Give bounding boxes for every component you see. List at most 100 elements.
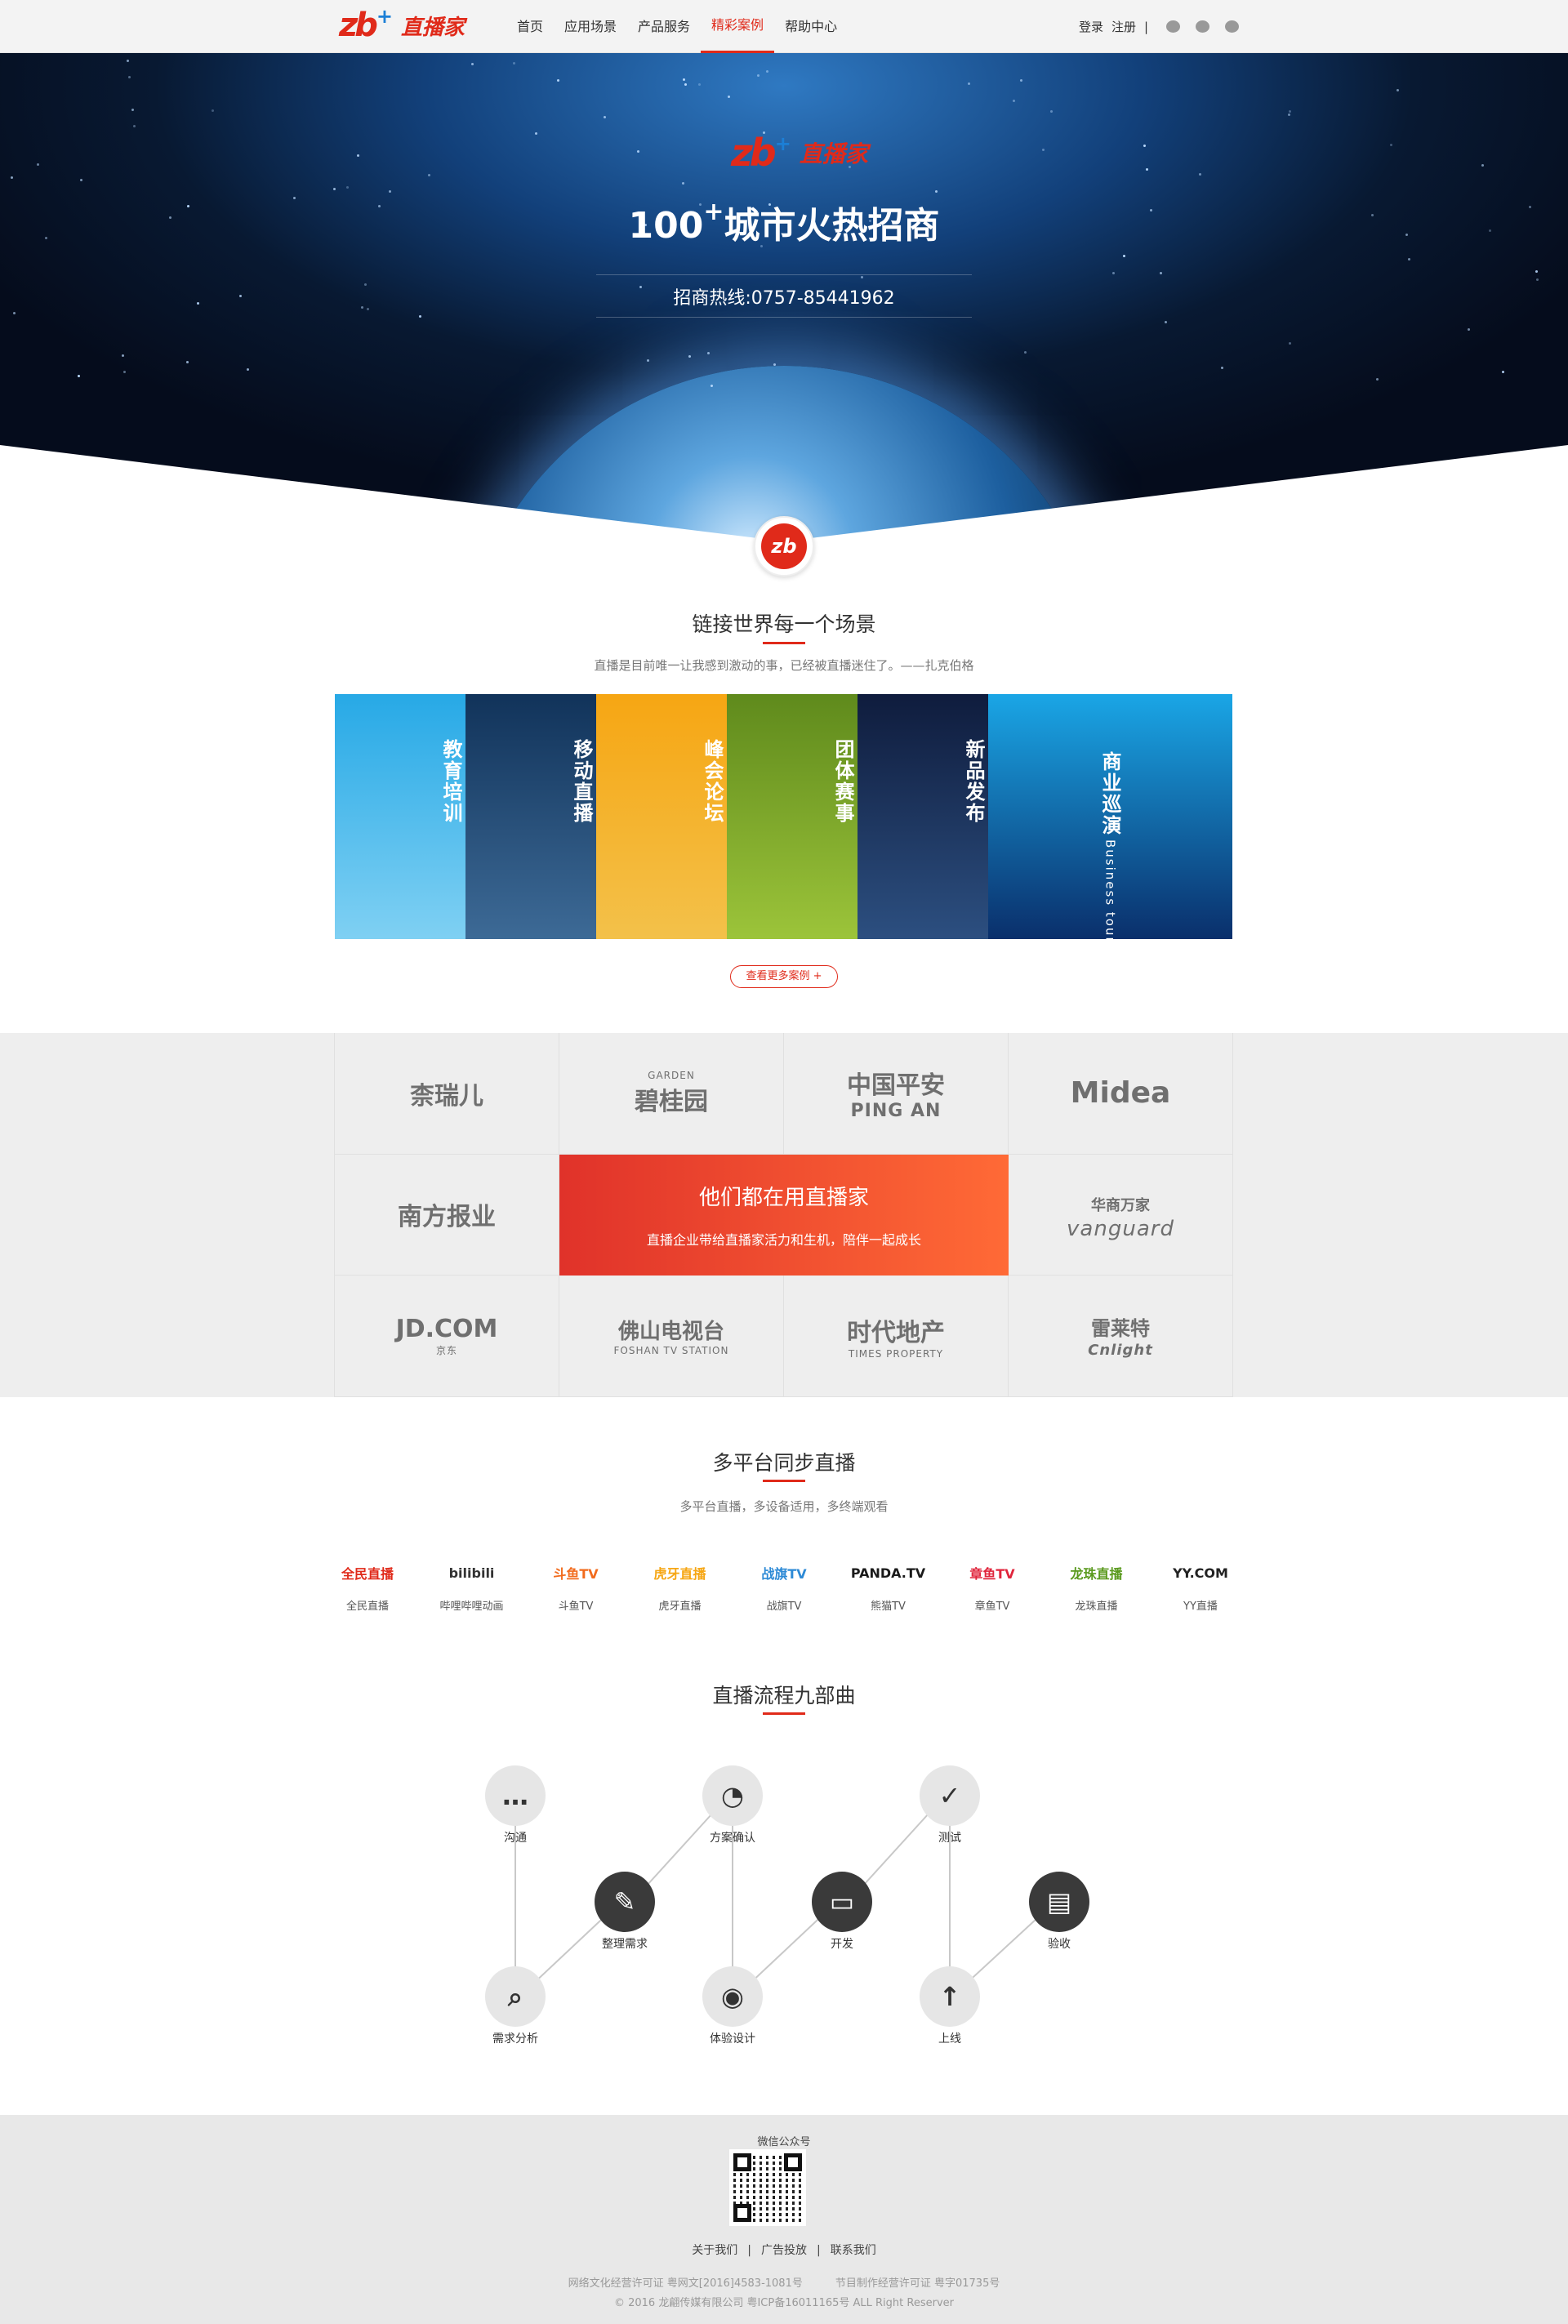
star — [647, 359, 649, 362]
partner-name: 雷莱特 — [1090, 1317, 1150, 1341]
hero-logo-mark: zb — [731, 131, 777, 175]
star — [773, 363, 776, 366]
star — [133, 125, 136, 127]
footer-sep: | — [747, 2244, 751, 2257]
auth-bar: 登录 注册 | — [1075, 0, 1243, 53]
scene-tile-forum[interactable]: 峰会论坛 — [596, 694, 727, 939]
platforms-title-underline — [763, 1480, 805, 1482]
analysis-icon: ⌕ — [485, 1966, 546, 2027]
chat-icon: … — [485, 1765, 546, 1826]
footer-links: 关于我们 | 广告投放 | 联系我们 — [0, 2242, 1568, 2258]
star — [1535, 270, 1538, 273]
partner-small: 京东 — [435, 1344, 457, 1356]
process-title-underline — [763, 1712, 805, 1715]
step-label-analysis: 需求分析 — [492, 2032, 538, 2046]
scene-tiles: 教育培训 移动直播 峰会论坛 团体赛事 新品发布 商业巡演 Business to… — [335, 694, 1232, 939]
partners-feature-title: 他们都在用直播家 — [698, 1186, 869, 1211]
wechat-label: 微信公众号 — [757, 2136, 811, 2148]
partner-small: vanguard — [1067, 1216, 1174, 1241]
partner-small: TIMES PROPERTY — [848, 1347, 944, 1360]
scenes-quote: 直播是目前唯一让我感到激动的事，已经被直播迷住了。——扎克伯格 — [594, 658, 974, 673]
nav-scenes[interactable]: 应用场景 — [554, 0, 627, 53]
star — [935, 190, 938, 193]
monitor-icon: ▭ — [812, 1872, 872, 1932]
platform-item: 全民直播 全民直播 — [323, 1556, 412, 1613]
platform-name: 龙珠直播 — [1075, 1601, 1118, 1613]
tile-label: 峰会论坛 — [596, 739, 727, 824]
nav-home[interactable]: 首页 — [506, 0, 554, 53]
platform-name: YY直播 — [1183, 1601, 1218, 1613]
qq-icon[interactable] — [1196, 20, 1210, 33]
nav-cases[interactable]: 精彩案例 — [701, 0, 775, 53]
star — [1289, 342, 1291, 345]
star — [861, 276, 863, 278]
star — [683, 78, 685, 81]
platform-name: 战旗TV — [766, 1601, 802, 1613]
scene-tile-launch[interactable]: 新品发布 — [858, 694, 988, 939]
star — [513, 62, 515, 65]
footer-sep: | — [817, 2244, 821, 2257]
star — [682, 182, 684, 185]
star — [247, 368, 249, 371]
brand-logo[interactable]: zb + 直播家 — [339, 5, 465, 46]
star — [557, 79, 559, 82]
tile-label-text: 团体赛事 — [831, 739, 854, 824]
license-row: 网络文化经营许可证 粤网文[2016]4583-1081号 节目制作经营许可证 粤… — [0, 2274, 1568, 2290]
scene-tile-mobile[interactable]: 移动直播 — [466, 694, 596, 939]
connector-line — [638, 1804, 721, 1895]
scenes-title: 链接世界每一个场景 — [692, 612, 876, 636]
partner-name: JD.COM — [395, 1314, 498, 1343]
scene-tile-education[interactable]: 教育培训 — [335, 694, 466, 939]
partner-name: 佛山电视台 — [617, 1320, 724, 1345]
platform-item: PANDA.TV 熊猫TV — [844, 1556, 933, 1614]
footer-link-about[interactable]: 关于我们 — [692, 2244, 737, 2257]
star — [122, 354, 124, 357]
process-connectors — [514, 1796, 1048, 1992]
weibo-icon[interactable] — [1225, 20, 1240, 33]
more-cases-button[interactable]: 查看更多案例 + — [730, 965, 838, 988]
register-link[interactable]: 注册 — [1111, 18, 1136, 35]
platform-item: 龙珠直播 龙珠直播 — [1052, 1556, 1142, 1613]
badge-mark: zb — [761, 523, 807, 569]
partner-logo-foshan-tv: 佛山电视台 FOSHAN TV STATION — [559, 1276, 784, 1397]
qr-pattern — [733, 2153, 802, 2222]
star — [766, 70, 768, 73]
tile-label-text: 教育培训 — [439, 739, 462, 824]
tile-label: 新品发布 — [858, 739, 988, 824]
star — [1143, 145, 1146, 147]
hero-logo-text: 直播家 — [799, 140, 868, 167]
acceptance-icon: ▤ — [1029, 1872, 1089, 1932]
partner-small: FOSHAN TV STATION — [613, 1345, 729, 1357]
partner-name: 碧桂园 — [635, 1087, 708, 1116]
star — [688, 355, 691, 358]
social-links — [1162, 20, 1243, 33]
nav-products[interactable]: 产品服务 — [627, 0, 701, 53]
document-icon: ✎ — [595, 1872, 655, 1932]
star — [637, 150, 639, 153]
license-culture: 网络文化经营许可证 粤网文[2016]4583-1081号 — [568, 2277, 803, 2290]
star — [428, 174, 430, 176]
platform-item: YY.COM YY直播 — [1156, 1556, 1245, 1614]
scene-tile-tour[interactable]: 商业巡演 Business tour — [988, 694, 1232, 939]
wechat-icon[interactable] — [1166, 20, 1181, 33]
star — [186, 361, 189, 363]
step-label-launch: 上线 — [938, 2032, 961, 2046]
scene-tile-sports[interactable]: 团体赛事 — [727, 694, 858, 939]
star — [1481, 164, 1484, 167]
platform-logo: 虎牙直播 — [653, 1566, 706, 1582]
nav-help[interactable]: 帮助中心 — [774, 0, 848, 53]
star — [333, 188, 336, 190]
login-link[interactable]: 登录 — [1079, 18, 1103, 35]
step-label-organize: 整理需求 — [602, 1938, 648, 1951]
star — [1112, 272, 1115, 274]
platform-name: 虎牙直播 — [658, 1601, 702, 1613]
footer-link-contact[interactable]: 联系我们 — [831, 2244, 876, 2257]
footer-link-ads[interactable]: 广告投放 — [761, 2244, 807, 2257]
platform-logo: bilibili — [448, 1565, 495, 1581]
star — [698, 83, 701, 86]
star — [707, 352, 710, 354]
step-label-test: 测试 — [938, 1832, 961, 1845]
partner-logo-nairuier: 柰瑞儿 — [335, 1033, 559, 1155]
brand-badge: zb — [754, 516, 814, 577]
star — [1165, 321, 1167, 323]
